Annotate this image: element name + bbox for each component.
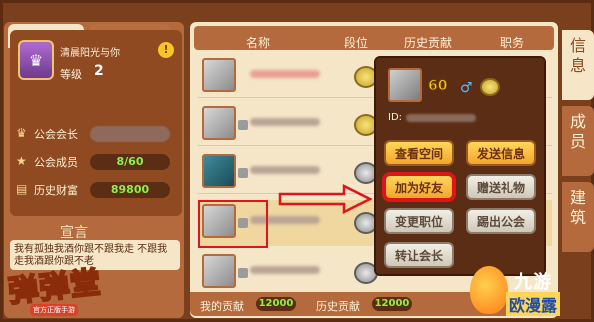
kick-button[interactable]: 踢出公会 [466, 208, 536, 234]
side-tab-build[interactable]: 建筑 [562, 182, 594, 252]
avatar [202, 254, 236, 288]
avatar [202, 58, 236, 92]
arrow-right-icon [278, 184, 373, 214]
header-name: 名称 [246, 36, 271, 50]
send-message-button[interactable]: 发送信息 [466, 140, 536, 166]
change-role-button[interactable]: 变更职位 [384, 208, 454, 234]
guild-level-label: 等级 [60, 68, 82, 81]
add-friend-button[interactable]: 加为好友 [382, 172, 456, 202]
side-tab-members-label: 成员 [569, 112, 586, 151]
side-tabs: 信息 成员 建筑 [558, 30, 594, 292]
declaration-title: 宣言 [60, 225, 88, 241]
member-name [250, 166, 320, 174]
male-icon: ♂ [460, 80, 473, 96]
history-contrib-label: 历史贡献 [316, 300, 360, 313]
leader-name [90, 126, 170, 142]
wealth-icon: ▤ [16, 182, 28, 196]
game-logo-subtitle: 官方正版手游 [30, 304, 78, 316]
watermark-text: 九游 [514, 272, 552, 293]
history-contrib-value: 12000 [372, 297, 412, 311]
popup-level: 60 [427, 78, 448, 95]
info-icon[interactable]: ! [158, 42, 174, 58]
members-value: 8/60 [90, 154, 170, 170]
member-name [250, 118, 320, 126]
table-header: 名称 段位 历史贡献 职务 [194, 26, 554, 50]
header-history: 历史贡献 [404, 36, 453, 50]
watermark-subtext: 欧漫露 [506, 292, 561, 316]
avatar [202, 106, 236, 140]
member-action-popup: 60 ♂ ID: 查看空间 发送信息 加为好友 赠送礼物 变更职位 踢出公会 转… [374, 56, 546, 276]
wealth-label: 历史财富 [34, 184, 78, 197]
guild-summary: ♛ 清晨阳光与你 等级 2 ! ♛ 公会会长 ★ 公会成员 8/60 ▤ 历史财… [10, 30, 182, 216]
guild-level: 2 [94, 63, 104, 79]
header-role: 职务 [500, 36, 525, 50]
popup-avatar [388, 68, 422, 102]
side-tab-build-label: 建筑 [569, 188, 586, 227]
my-contrib-label: 我的贡献 [200, 300, 244, 313]
guild-name: 清晨阳光与你 [60, 48, 120, 59]
small-rank-icon [238, 268, 248, 278]
watermark-mascot-icon [470, 266, 508, 314]
popup-id-value [406, 114, 476, 122]
leader-icon: ♛ [16, 126, 27, 140]
leader-label: 公会会长 [34, 128, 78, 141]
view-space-button[interactable]: 查看空间 [384, 140, 454, 166]
member-name [250, 266, 320, 274]
popup-id-label: ID: [388, 112, 403, 123]
side-tab-members[interactable]: 成员 [562, 106, 594, 176]
transfer-leader-button[interactable]: 转让会长 [384, 242, 454, 268]
members-label: 公会成员 [34, 156, 78, 169]
member-name [250, 70, 320, 78]
avatar [202, 154, 236, 188]
side-tab-info[interactable]: 信息 [562, 30, 594, 100]
members-icon: ★ [16, 154, 27, 168]
send-gift-button[interactable]: 赠送礼物 [466, 174, 536, 200]
my-contrib-value: 12000 [256, 297, 296, 311]
side-tab-info-label: 信息 [569, 36, 586, 75]
wealth-value: 89800 [90, 182, 170, 198]
guild-emblem-icon: ♛ [18, 40, 54, 80]
small-rank-icon [238, 168, 248, 178]
selected-member-outline [198, 200, 268, 248]
header-rank: 段位 [344, 36, 369, 50]
small-rank-icon [238, 120, 248, 130]
popup-rank-badge-icon [480, 78, 500, 96]
